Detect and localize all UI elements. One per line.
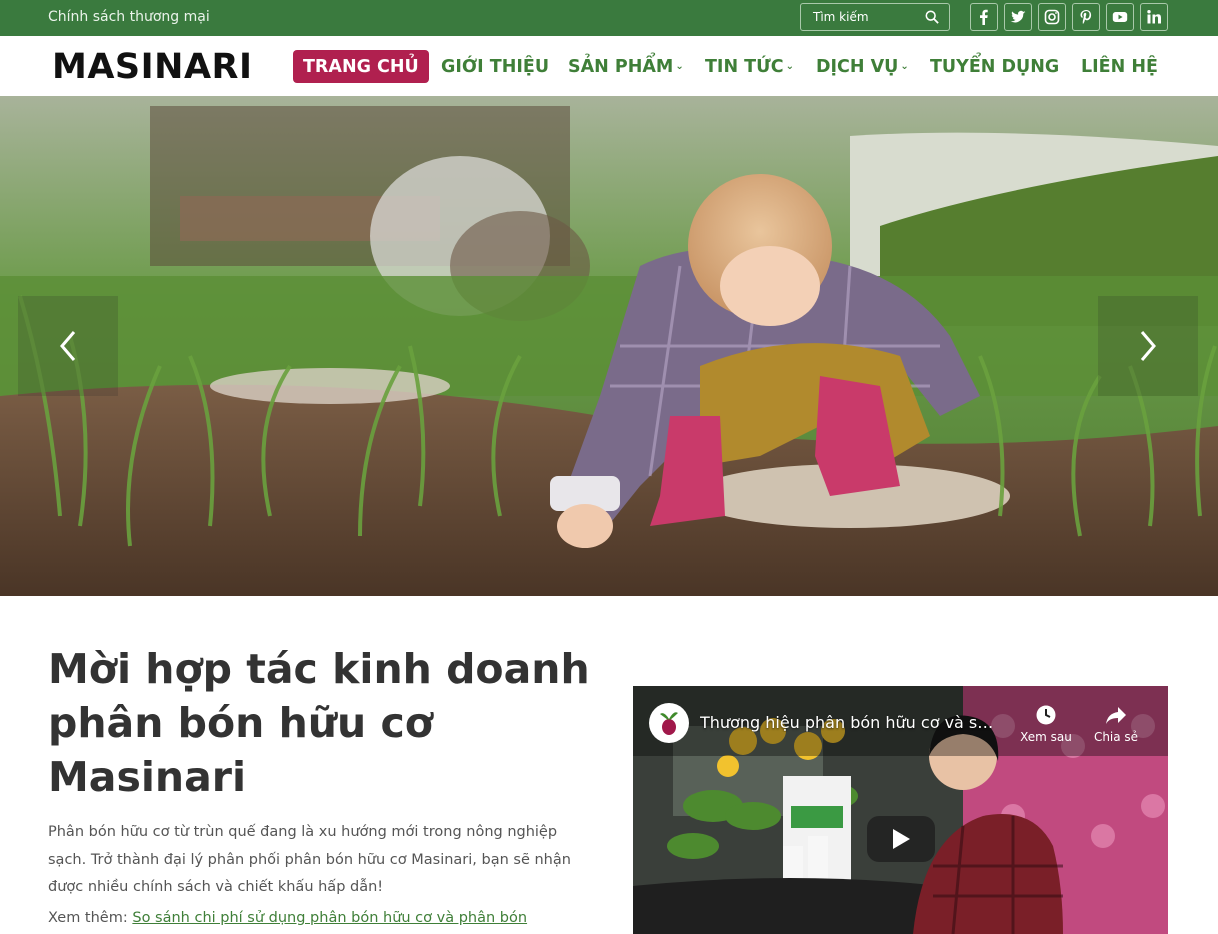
menu-item-home[interactable]: TRANG CHỦ bbox=[293, 50, 429, 83]
commercial-policy-link[interactable]: Chính sách thương mại bbox=[48, 9, 210, 25]
chevron-right-icon bbox=[1140, 331, 1156, 361]
instagram-icon[interactable] bbox=[1038, 3, 1066, 31]
youtube-icon[interactable] bbox=[1106, 3, 1134, 31]
chevron-down-icon: ⌄ bbox=[900, 61, 909, 72]
watch-later-button[interactable]: Xem sau bbox=[1016, 704, 1076, 744]
facebook-icon[interactable] bbox=[970, 3, 998, 31]
hero-slider bbox=[0, 96, 1218, 596]
play-button[interactable] bbox=[867, 816, 935, 862]
video-title[interactable]: Thương hiệu phân bón hữu cơ và sứ ... bbox=[700, 713, 1000, 732]
video-embed[interactable]: Thương hiệu phân bón hữu cơ và sứ ... Xe… bbox=[633, 686, 1168, 934]
clock-icon bbox=[1036, 705, 1056, 725]
search-icon[interactable] bbox=[925, 10, 939, 24]
slider-next-button[interactable] bbox=[1098, 296, 1198, 396]
menu-item-careers[interactable]: TUYỂN DỤNG bbox=[930, 50, 1059, 83]
slider-prev-button[interactable] bbox=[18, 296, 118, 396]
beet-logo-icon bbox=[660, 712, 678, 735]
site-logo[interactable]: MASINARI bbox=[52, 47, 253, 87]
top-bar: Chính sách thương mại Tìm kiếm bbox=[0, 0, 1218, 36]
chevron-left-icon bbox=[60, 331, 76, 361]
intro-paragraph: Phân bón hữu cơ từ trùn quế đang là xu h… bbox=[48, 824, 571, 895]
share-button[interactable]: Chia sẻ bbox=[1086, 704, 1146, 744]
chevron-down-icon: ⌄ bbox=[675, 61, 684, 72]
see-more-line: Xem thêm: So sánh chi phí sử dụng phân b… bbox=[48, 910, 528, 926]
main-navigation: MASINARI TRANG CHỦ GIỚI THIỆU SẢN PHẨM ⌄ … bbox=[0, 36, 1218, 96]
share-icon bbox=[1106, 707, 1126, 724]
menu-item-news[interactable]: TIN TỨC ⌄ bbox=[705, 50, 794, 83]
menu-item-contact[interactable]: LIÊN HỆ bbox=[1081, 50, 1158, 83]
pinterest-icon[interactable] bbox=[1072, 3, 1100, 31]
twitter-icon[interactable] bbox=[1004, 3, 1032, 31]
chevron-down-icon: ⌄ bbox=[785, 61, 794, 72]
search-input[interactable]: Tìm kiếm bbox=[813, 10, 869, 24]
linkedin-icon[interactable] bbox=[1140, 3, 1168, 31]
channel-avatar[interactable] bbox=[649, 703, 689, 743]
menu-item-about[interactable]: GIỚI THIỆU bbox=[441, 50, 549, 83]
menu-item-services[interactable]: DỊCH VỤ ⌄ bbox=[816, 50, 909, 83]
menu-item-products[interactable]: SẢN PHẨM ⌄ bbox=[568, 50, 684, 83]
search-box[interactable]: Tìm kiếm bbox=[800, 3, 950, 31]
play-icon bbox=[893, 829, 910, 849]
page-headline: Mời hợp tác kinh doanh phân bón hữu cơ M… bbox=[48, 645, 590, 801]
hero-image bbox=[0, 96, 1218, 596]
comparison-article-link[interactable]: So sánh chi phí sử dụng phân bón hữu cơ … bbox=[132, 910, 527, 926]
